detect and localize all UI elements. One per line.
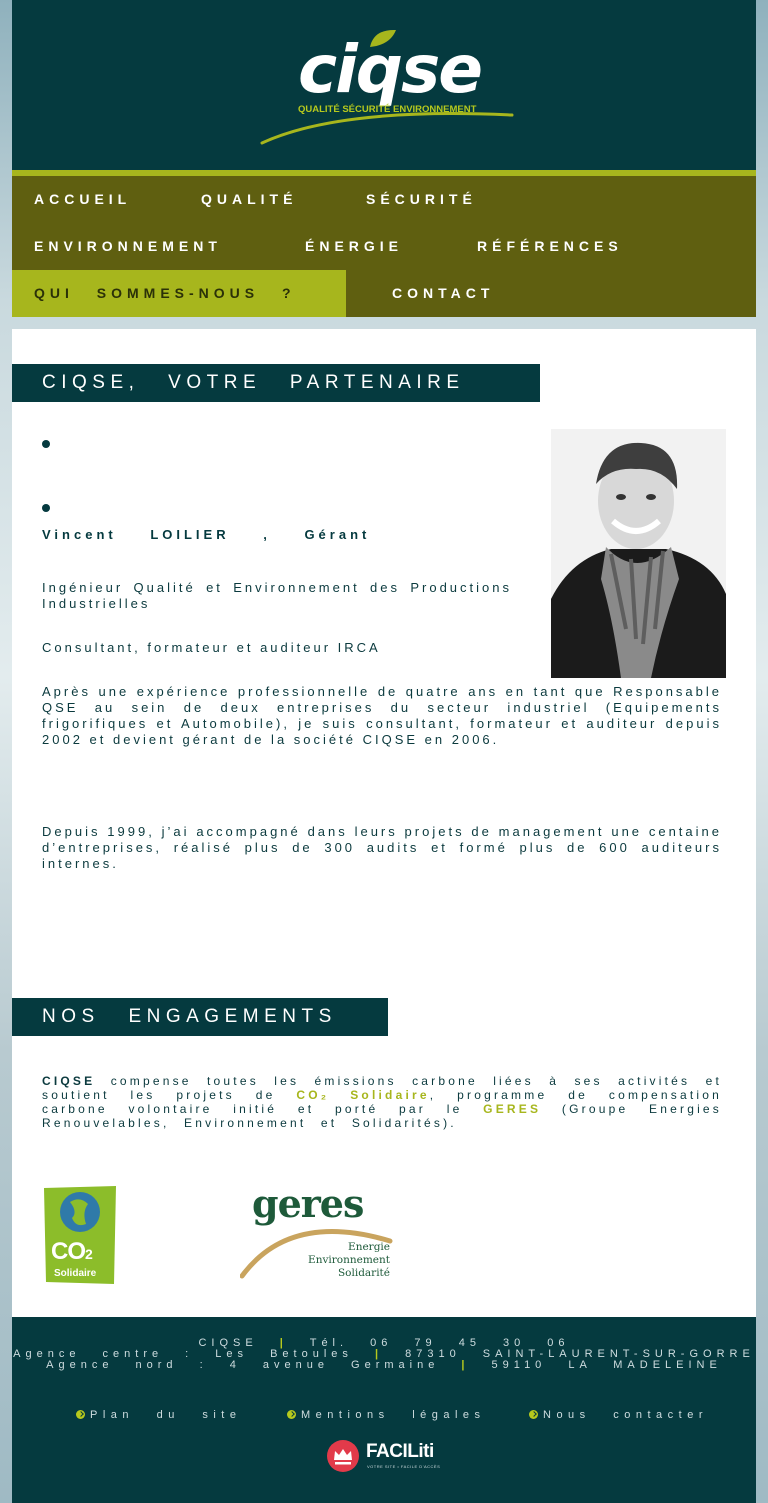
arrow-circle-icon — [76, 1410, 85, 1419]
portrait-image — [551, 429, 726, 678]
footer-separator: | — [461, 1359, 470, 1371]
nav-item-securite[interactable]: SÉCURITÉ — [366, 176, 477, 223]
nav-item-references[interactable]: RÉFÉRENCES — [477, 223, 623, 270]
footer-city-nord: 59110 LA MADELEINE — [491, 1359, 722, 1371]
site-footer: CIQSE | Tél. 06 79 45 30 06 Agence centr… — [12, 1317, 756, 1503]
paragraph-title-2: Consultant, formateur et auditeur IRCA — [42, 640, 381, 655]
co2-logo-main: CO — [51, 1238, 86, 1265]
list-bullet — [42, 504, 50, 512]
co2-solidaire-link[interactable]: CO₂ Solidaire — [296, 1088, 429, 1102]
co2-logo-label: Solidaire — [54, 1268, 97, 1279]
footer-agence-nord: Agence nord : 4 avenue Germaine — [46, 1359, 440, 1371]
paragraph-experience: Après une expérience professionnelle de … — [42, 684, 722, 747]
paragraph-title-1: Ingénieur Qualité et Environnement des P… — [42, 580, 512, 611]
arrow-circle-icon — [529, 1410, 538, 1419]
person-name: Vincent LOILIER , Gérant — [42, 527, 371, 542]
geres-line-2: Environnement — [308, 1254, 390, 1266]
nav-item-contact[interactable]: CONTACT — [392, 270, 494, 317]
section-title-engagements: NOS ENGAGEMENTS — [12, 998, 388, 1036]
geres-wordmark: geres — [252, 1181, 364, 1226]
footer-link-mentions-legales[interactable]: Mentions légales — [287, 1409, 486, 1421]
nav-item-qui-sommes-nous[interactable]: QUI SOMMES-NOUS ? — [12, 270, 346, 317]
ciqse-logo[interactable]: ciqse QUALITÉ SÉCURITÉ ENVIRONNEMENT — [260, 25, 520, 150]
geres-line-1: Energie — [348, 1241, 390, 1253]
footer-link-label: Mentions légales — [301, 1409, 486, 1421]
faciliti-wordmark: FACILiti — [366, 1441, 434, 1462]
nav-item-qualite[interactable]: QUALITÉ — [201, 176, 297, 223]
faciliti-badge[interactable]: FACILiti VOTRE SITE • FACILE D'ACCÈS — [326, 1439, 446, 1473]
section-title-partenaire: CIQSE, VOTRE PARTENAIRE — [12, 364, 540, 402]
logo-tagline: QUALITÉ SÉCURITÉ ENVIRONNEMENT — [298, 104, 477, 115]
main-nav: ACCUEIL QUALITÉ SÉCURITÉ ENVIRONNEMENT É… — [12, 170, 756, 317]
logo-wordmark: ciqse — [298, 31, 483, 108]
footer-link-label: Nous contacter — [543, 1409, 708, 1421]
co2-solidaire-logo[interactable]: CO2 Solidaire — [42, 1184, 118, 1286]
nav-item-accueil[interactable]: ACCUEIL — [34, 176, 131, 223]
faciliti-tagline: VOTRE SITE • FACILE D'ACCÈS — [367, 1464, 441, 1469]
brand-name: CIQSE — [42, 1074, 96, 1088]
footer-link-nous-contacter[interactable]: Nous contacter — [529, 1409, 708, 1421]
footer-address-nord: Agence nord : 4 avenue Germaine | 59110 … — [12, 1360, 756, 1371]
geres-line-3: Solidarité — [337, 1267, 390, 1279]
geres-link[interactable]: GERES — [483, 1102, 541, 1116]
footer-link-label: Plan du site — [90, 1409, 242, 1421]
nav-item-energie[interactable]: ÉNERGIE — [305, 223, 403, 270]
list-bullet — [42, 440, 50, 448]
paragraph-accompaniment: Depuis 1999, j’ai accompagné dans leurs … — [42, 824, 722, 871]
geres-logo[interactable]: geres Energie Environnement Solidarité — [240, 1181, 400, 1289]
engagements-paragraph: CIQSE compense toutes les émissions carb… — [42, 1074, 722, 1130]
main-content: CIQSE, VOTRE PARTENAIRE Vincent LOILIER … — [12, 329, 756, 1317]
page: ciqse QUALITÉ SÉCURITÉ ENVIRONNEMENT ACC… — [12, 0, 756, 1503]
co2-logo-sub: 2 — [85, 1246, 93, 1262]
nav-item-environnement[interactable]: ENVIRONNEMENT — [34, 223, 222, 270]
faciliti-crown-icon — [327, 1440, 359, 1472]
arrow-circle-icon — [287, 1410, 296, 1419]
footer-link-plan-du-site[interactable]: Plan du site — [76, 1409, 241, 1421]
portrait-photo — [551, 429, 726, 678]
site-header: ciqse QUALITÉ SÉCURITÉ ENVIRONNEMENT — [12, 0, 756, 170]
